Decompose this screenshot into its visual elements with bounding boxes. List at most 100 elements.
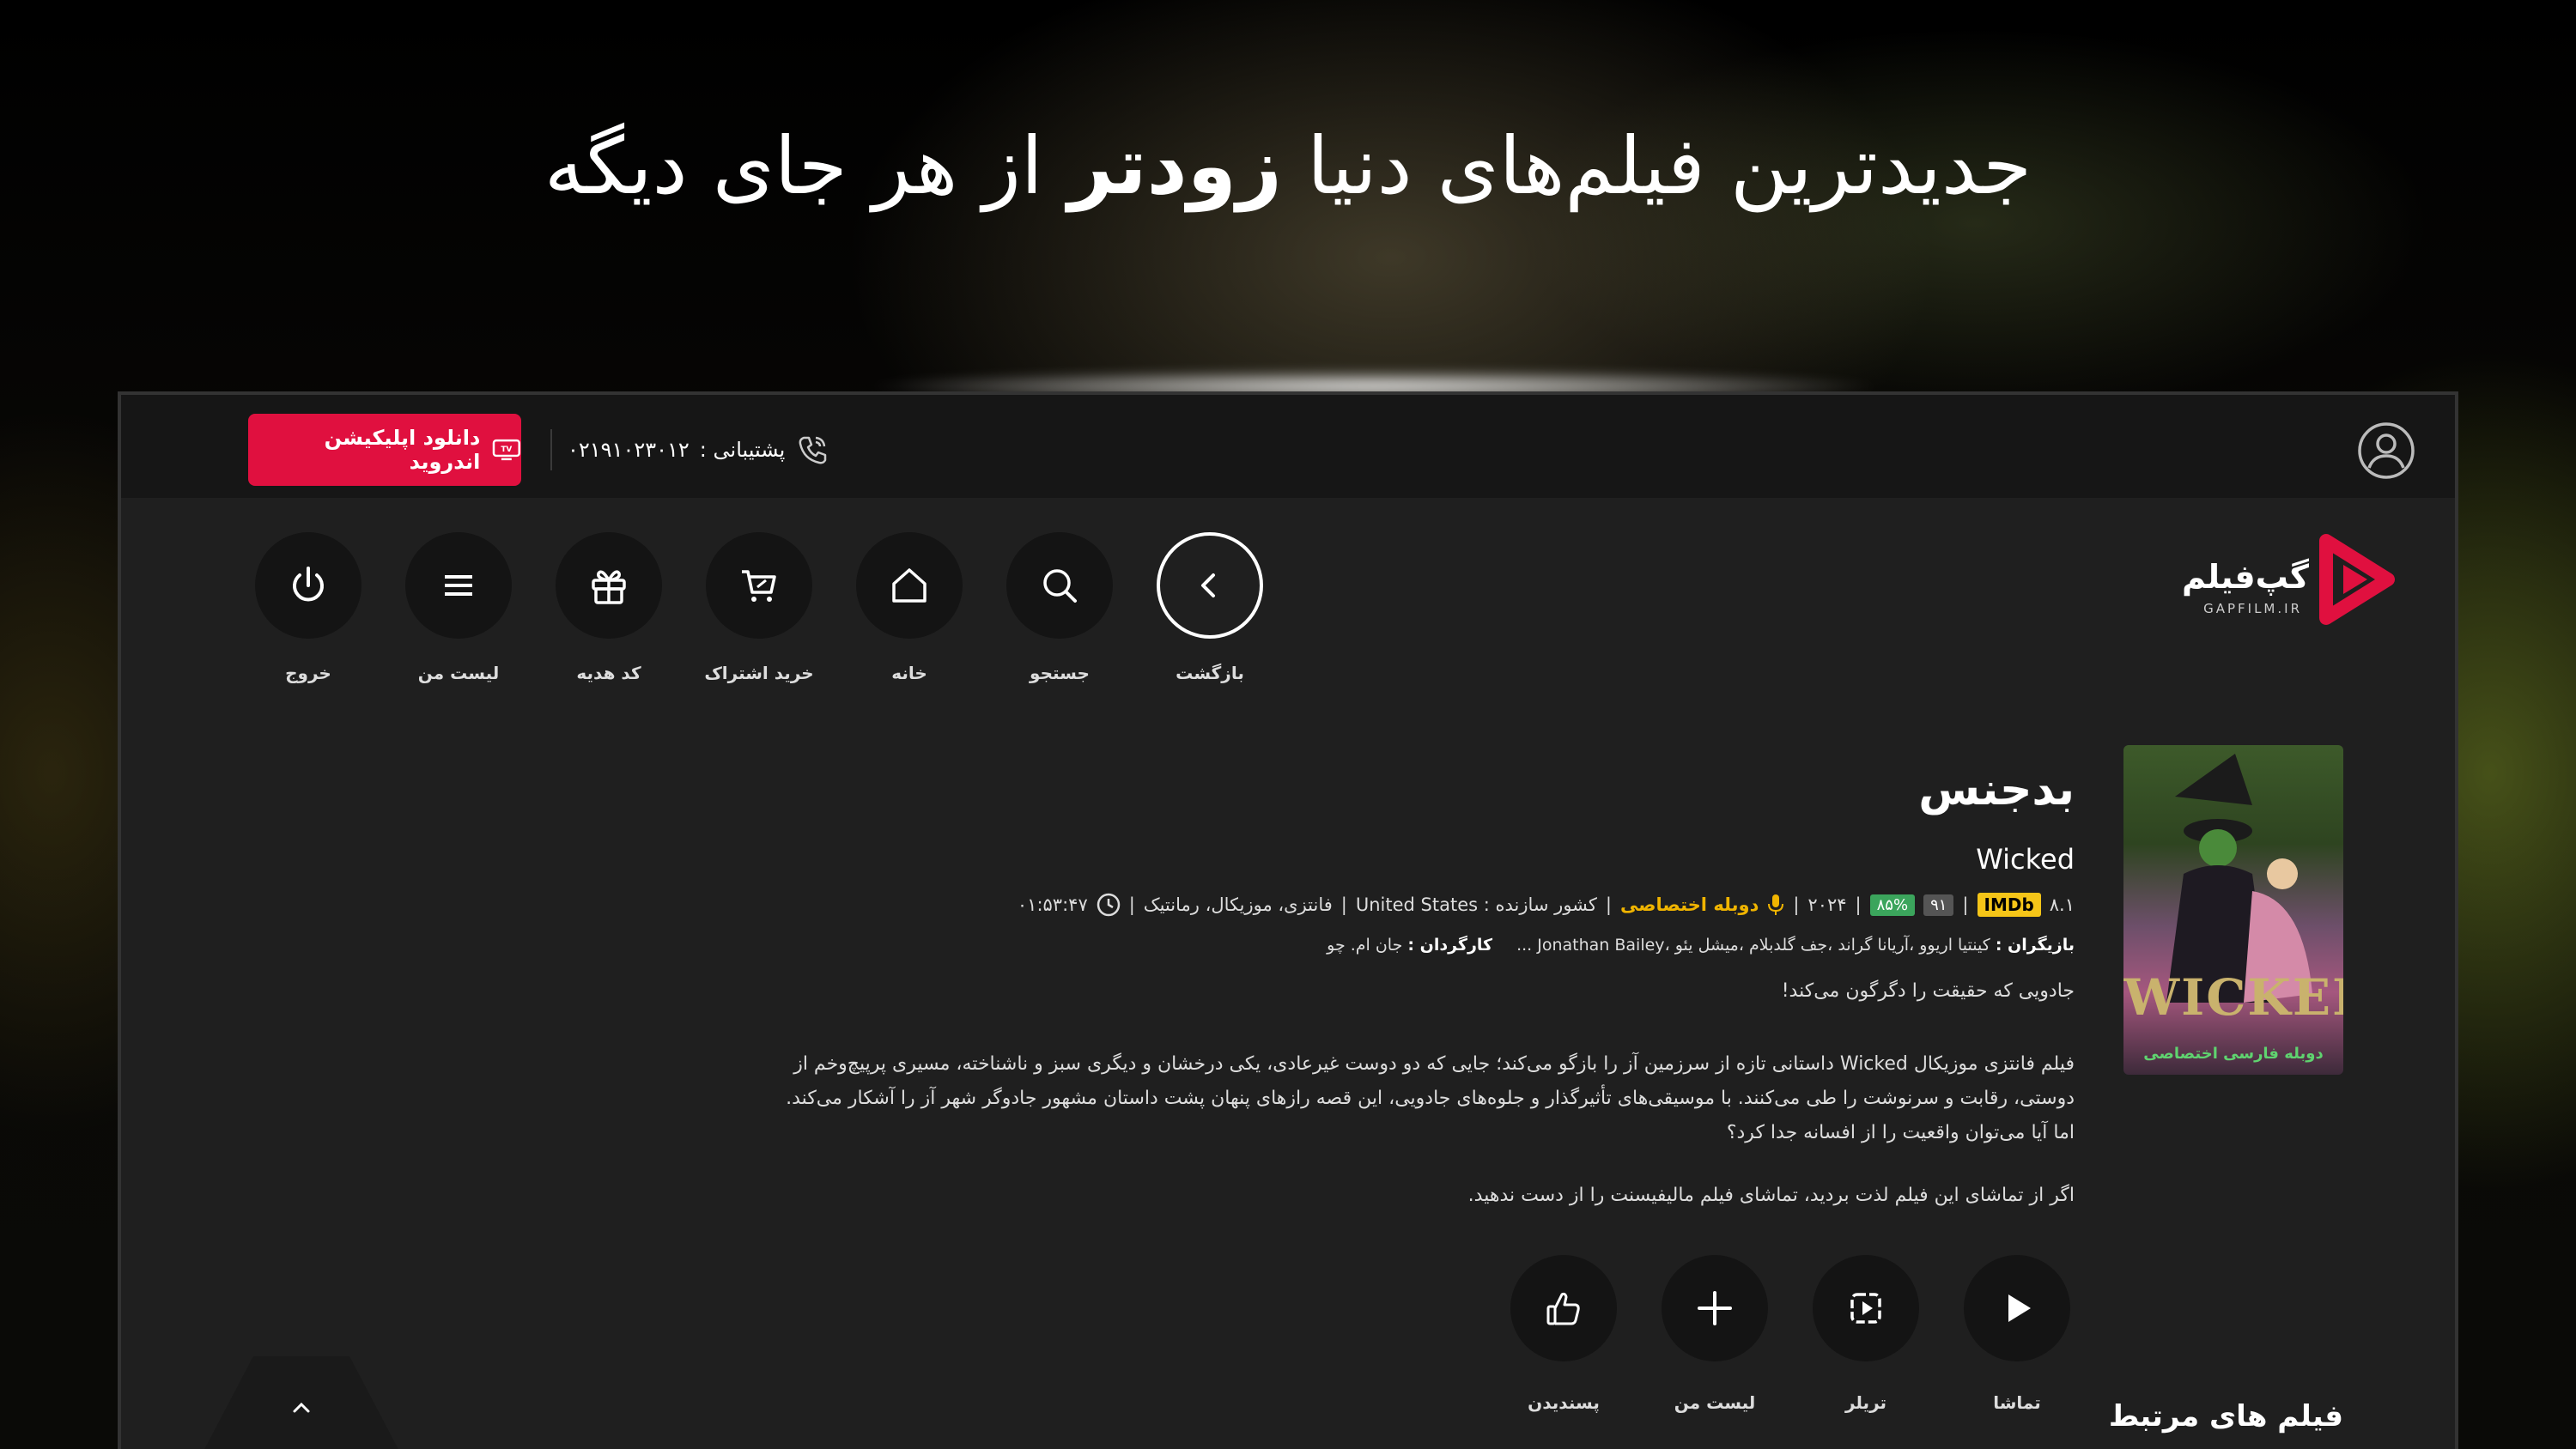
nav-logout-circle (255, 532, 361, 639)
meta-sep: | (1128, 894, 1135, 915)
user-rating-percent: ۸۵% (1869, 894, 1916, 916)
cast-list: کینتیا اریوو ،آریانا گراند ،جف گلدبلام ،… (1516, 936, 1990, 955)
power-icon (293, 567, 324, 602)
thumbs-up-icon (1546, 1292, 1580, 1325)
meta-sep: | (1855, 894, 1862, 915)
add-to-list-circle (1662, 1255, 1768, 1361)
add-to-list-label: لیست من (1674, 1392, 1756, 1413)
home-icon (892, 568, 927, 603)
support-phone: ۰۲۱۹۱۰۲۳۰۱۲ (568, 438, 690, 462)
nav-my-list-label: لیست من (417, 663, 500, 683)
logo-text-en: GAPFILM.IR (2203, 601, 2302, 616)
like-button[interactable]: پسندیدن (1504, 1255, 1624, 1413)
description-line: اما آیا می‌توان واقعیت را از افسانه جدا … (1726, 1122, 2075, 1143)
nav-subscription-circle (706, 532, 812, 639)
tv-icon: TV (493, 439, 521, 461)
trailer-button[interactable]: تریلر (1806, 1255, 1926, 1413)
download-label: دانلود اپلیکیشن اندروید (324, 426, 481, 474)
nav-gift-code-circle (556, 532, 662, 639)
nav-my-list-circle (405, 532, 512, 639)
like-label: پسندیدن (1528, 1392, 1600, 1413)
nav-search-label: جستجو (1030, 663, 1090, 683)
play-button-circle (1964, 1255, 2070, 1361)
release-year: ۲۰۲۴ (1807, 894, 1847, 915)
poster-subtitle: دوبله فارسی اختصاصی (2143, 1045, 2324, 1063)
recommendation-line: اگر از تماشای این فیلم لذت بردید، تماشای… (1467, 1185, 2075, 1206)
nav-back[interactable]: بازگشت (1150, 532, 1270, 683)
dub-label: دوبله اختصاصی (1619, 894, 1759, 915)
app-screen: TV دانلود اپلیکیشن اندروید پشتیبانی : ۰۲… (118, 391, 2458, 1449)
nav-logout[interactable]: خروج (248, 532, 368, 683)
description-line: فیلم فانتزی موزیکال Wicked داستانی تازه … (793, 1053, 2075, 1075)
cast-block: بازیگران : کینتیا اریوو ،آریانا گراند ،ج… (1516, 936, 2075, 955)
nav-logout-label: خروج (285, 663, 331, 683)
play-label: تماشا (1993, 1392, 2041, 1413)
chevron-left-icon (1201, 573, 1215, 597)
cart-icon (742, 570, 776, 602)
trailer-button-circle (1813, 1255, 1919, 1361)
movie-title-fa: بدجنس (1918, 764, 2075, 815)
nav-gift-code-label: کد هدیه (576, 663, 641, 683)
movie-tagline: جادویی که حقیقت را دگرگون می‌کند! (1781, 980, 2075, 1002)
headline-text: جدیدترین فیلم‌های دنیا (1281, 120, 2032, 212)
promo-headline: جدیدترین فیلم‌های دنیا زودتر از هر جای د… (0, 120, 2576, 212)
logo-text-fa: گپ‌فیلم (2181, 558, 2309, 596)
gift-icon (592, 570, 626, 604)
nav-subscription[interactable]: خرید اشتراک (699, 532, 819, 683)
director-block: کارگردان : جان ام. چو (1327, 936, 1492, 955)
imdb-score: ۸.۱ (2049, 894, 2075, 915)
meta-sep: | (1962, 894, 1969, 915)
nav-search-circle (1006, 532, 1113, 639)
download-android-app-button[interactable]: TV دانلود اپلیکیشن اندروید (248, 414, 521, 486)
meta-sep: | (1605, 894, 1612, 915)
like-button-circle (1510, 1255, 1617, 1361)
duration: ۰۱:۵۳:۴۷ (1017, 894, 1088, 915)
genres: فانتزی، موزیکال، رمانتیک (1143, 894, 1333, 915)
user-rating-count: ۹۱ (1923, 894, 1954, 916)
user-account-icon[interactable] (2356, 421, 2416, 481)
nav-gift-code[interactable]: کد هدیه (549, 532, 669, 683)
headline-text-end: از هر جای دیگه (544, 120, 1068, 212)
trailer-icon (1850, 1293, 1881, 1324)
imdb-badge: IMDb (1977, 893, 2041, 917)
poster-title: WICKED (2123, 968, 2343, 1027)
add-to-list-button[interactable]: لیست من (1655, 1255, 1775, 1413)
search-icon (1043, 569, 1077, 603)
country: کشور سازنده : United States (1355, 894, 1597, 915)
phone-icon (799, 436, 827, 464)
movie-meta: ۸.۱ IMDb | ۹۱ ۸۵% | ۲۰۲۴ | دوبله اختصاصی… (1018, 893, 2075, 917)
cast-label: بازیگران : (1995, 936, 2075, 955)
director-name: جان ام. چو (1327, 936, 1403, 955)
plus-icon (1698, 1291, 1732, 1325)
nav-subscription-label: خرید اشتراک (704, 663, 814, 683)
nav-home-label: خانه (891, 663, 927, 683)
support-label: پشتیبانی : (699, 438, 786, 462)
nav-search[interactable]: جستجو (999, 532, 1120, 683)
related-movies-heading: فیلم های مرتبط (2108, 1399, 2343, 1434)
nav-home[interactable]: خانه (849, 532, 969, 683)
meta-sep: | (1793, 894, 1800, 915)
movie-title-en: Wicked (1976, 843, 2075, 876)
nav-my-list[interactable]: لیست من (398, 532, 519, 683)
svg-text:TV: TV (501, 446, 513, 454)
site-logo[interactable]: گپ‌فیلم GAPFILM.IR (2182, 532, 2395, 627)
meta-sep: | (1340, 894, 1347, 915)
headline-bold-text: زودتر (1067, 120, 1282, 212)
top-bar: TV دانلود اپلیکیشن اندروید پشتیبانی : ۰۲… (121, 395, 2455, 498)
microphone-icon (1768, 894, 1784, 915)
menu-icon (445, 575, 472, 596)
credits: بازیگران : کینتیا اریوو ،آریانا گراند ،ج… (1327, 936, 2075, 955)
topbar-divider (550, 429, 552, 470)
director-label: کارگردان : (1407, 936, 1493, 955)
scroll-up-tab[interactable] (181, 1356, 422, 1449)
play-icon (2008, 1294, 2031, 1322)
play-button[interactable]: تماشا (1957, 1255, 2077, 1413)
chevron-up-icon (293, 1402, 310, 1413)
nav-home-circle (856, 532, 963, 639)
clock-icon (1097, 893, 1120, 917)
movie-poster[interactable]: WICKED دوبله فارسی اختصاصی (2123, 745, 2343, 1075)
nav-back-circle (1157, 532, 1263, 639)
nav-back-label: بازگشت (1176, 663, 1244, 683)
movie-actions: تماشا تریلر لیست من پسندیدن (1493, 1255, 2077, 1427)
description-line: دوستی، رقابت و سرنوشت را طی می‌کنند. با … (786, 1088, 2075, 1109)
